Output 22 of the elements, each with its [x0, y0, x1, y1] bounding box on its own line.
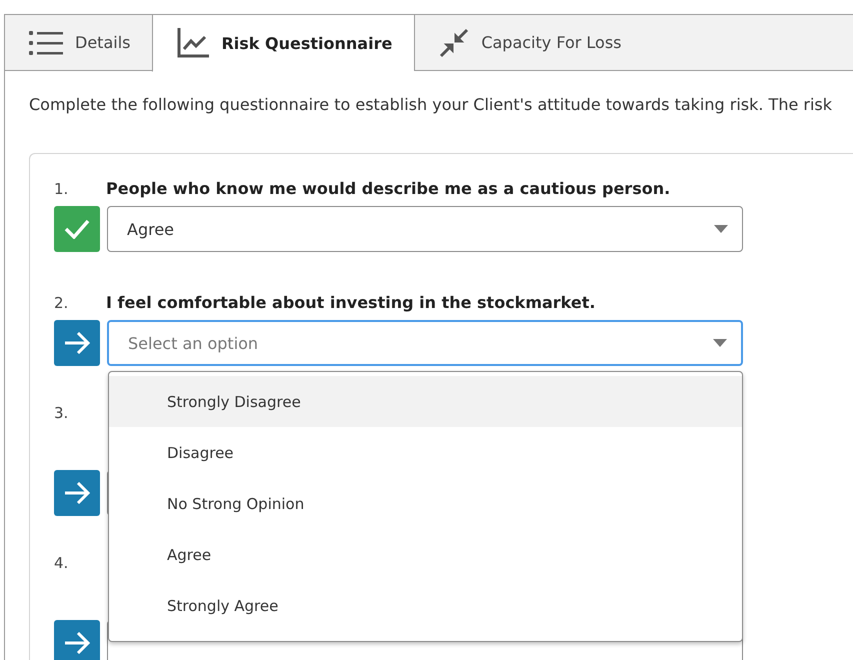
caret-icon: [713, 339, 727, 347]
list-icon: [29, 30, 63, 56]
dropdown-option[interactable]: Strongly Disagree: [109, 376, 742, 427]
question-number: 4.: [54, 554, 70, 572]
intro-text: Complete the following questionnaire to establish your Client's attitude towards taking risk. The risk: [29, 95, 834, 114]
tab[interactable]: Details: [4, 14, 152, 71]
question-text: People who know me would describe me as a cautious person.: [106, 178, 670, 200]
question-number: 2.: [54, 294, 70, 312]
dropdown-option[interactable]: No Strong Opinion: [109, 478, 742, 529]
caret-icon: [714, 225, 728, 233]
question-text: I feel comfortable about investing in the stockmarket.: [106, 292, 596, 314]
dropdown-option[interactable]: Agree: [109, 529, 742, 580]
tab[interactable]: Risk Questionnaire: [152, 14, 414, 72]
question-number: 1.: [54, 180, 70, 198]
question-number: 3.: [54, 404, 70, 422]
tab[interactable]: Capacity For Loss: [414, 14, 853, 71]
dropdown-option[interactable]: Strongly Agree: [109, 580, 742, 631]
select-field[interactable]: Select an option: [107, 320, 743, 366]
select-field[interactable]: Agree: [107, 206, 743, 252]
arrows-inward-icon: [439, 28, 470, 58]
dropdown-option[interactable]: Disagree: [109, 427, 742, 478]
line-chart-icon: [177, 28, 210, 58]
